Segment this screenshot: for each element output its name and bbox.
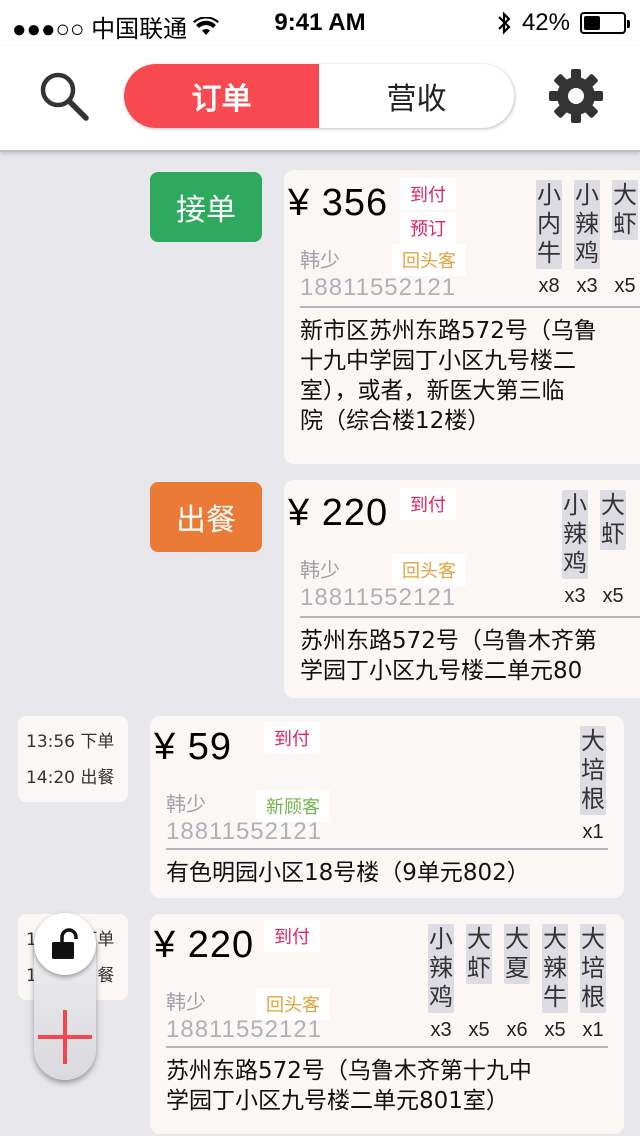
order-time: 13:56 下单 xyxy=(26,732,115,752)
order-price: ¥ 59 xyxy=(154,726,232,768)
order-card[interactable]: ¥ 356 到付 预订 回头客 韩少 18811552121 小内牛 x8 小辣… xyxy=(284,170,640,464)
item-name: 小辣鸡 xyxy=(562,490,588,579)
item: 大辣牛 x5 xyxy=(542,924,568,1042)
item: 小辣鸡 x3 xyxy=(428,924,454,1042)
item-name: 大虾 xyxy=(600,490,626,550)
order-list: 接单 ¥ 356 到付 预订 回头客 韩少 18811552121 小内牛 x8… xyxy=(0,154,640,1136)
payment-tag: 到付 xyxy=(264,920,320,952)
item: 小内牛 x8 xyxy=(536,180,562,298)
customer-name: 韩少 xyxy=(300,248,340,272)
bluetooth-icon xyxy=(498,11,511,35)
serve-time: 14:20 出餐 xyxy=(26,768,115,788)
customer-phone: 18811552121 xyxy=(166,1016,323,1043)
serve-order-button[interactable]: 出餐 xyxy=(150,482,262,552)
accept-order-button[interactable]: 接单 xyxy=(150,172,262,242)
customer-name: 韩少 xyxy=(166,990,206,1014)
item: 大培根 x1 xyxy=(580,924,606,1042)
item-qty: x5 xyxy=(468,1019,490,1041)
item-list: 大培根 x1 xyxy=(580,726,606,844)
payment-tag: 到付 xyxy=(400,488,456,520)
item-name: 小内牛 xyxy=(536,180,562,269)
search-icon[interactable] xyxy=(34,66,94,126)
delivery-address: 苏州东路572号（乌鲁木齐第十九中 学园丁小区九号楼二单元801室） xyxy=(166,1058,532,1114)
item-name: 大培根 xyxy=(580,924,606,1013)
order-card[interactable]: ¥ 220 到付 回头客 韩少 18811552121 小辣鸡 x3 大虾 x5… xyxy=(150,914,624,1134)
gear-icon[interactable] xyxy=(548,68,604,124)
item-qty: x5 xyxy=(614,275,636,297)
divider xyxy=(300,306,640,308)
reserve-tag: 预订 xyxy=(400,212,456,244)
navbar: 订单 营收 xyxy=(0,46,640,152)
tab-orders[interactable]: 订单 xyxy=(124,64,319,128)
customer-name: 韩少 xyxy=(166,792,206,816)
plus-icon[interactable] xyxy=(34,1006,96,1068)
item-qty: x3 xyxy=(430,1019,452,1041)
battery-percent: 42% xyxy=(521,9,570,36)
item-name: 大虾 xyxy=(466,924,492,984)
payment-tag: 到付 xyxy=(264,722,320,754)
customer-type-tag: 回头客 xyxy=(392,554,466,586)
divider xyxy=(300,616,640,618)
status-bar: ●●●○○ 中国联通 9:41 AM 42% xyxy=(0,0,640,46)
item: 大虾 x5 xyxy=(612,180,638,298)
divider xyxy=(166,1046,608,1048)
item-name: 大培根 xyxy=(580,726,606,815)
item-qty: x6 xyxy=(506,1019,528,1041)
customer-phone: 18811552121 xyxy=(300,274,457,301)
unlock-icon xyxy=(52,928,78,959)
item-qty: x1 xyxy=(582,1019,604,1041)
item-list: 小辣鸡 x3 大虾 x5 大夏 x6 大辣牛 x5 大培根 x1 xyxy=(428,924,606,1042)
item: 小辣鸡 x3 xyxy=(562,490,588,608)
delivery-address: 苏州东路572号（乌鲁木齐第 学园丁小区九号楼二单元80 xyxy=(300,628,597,684)
item-name: 小辣鸡 xyxy=(574,180,600,269)
item-list: 小辣鸡 x3 大虾 x5 xyxy=(562,490,626,608)
item-name: 大夏 xyxy=(504,924,530,984)
order-card[interactable]: ¥ 59 到付 新顾客 韩少 18811552121 大培根 x1 有色明园小区… xyxy=(150,716,624,898)
item: 大虾 x5 xyxy=(600,490,626,608)
item-qty: x8 xyxy=(538,275,560,297)
item-name: 大辣牛 xyxy=(542,924,568,1013)
item-name: 小辣鸡 xyxy=(428,924,454,1013)
customer-phone: 18811552121 xyxy=(300,584,457,611)
item: 大夏 x6 xyxy=(504,924,530,1042)
status-right: 42% xyxy=(496,9,630,37)
customer-name: 韩少 xyxy=(300,558,340,582)
item: 大培根 x1 xyxy=(580,726,606,844)
order-price: ¥ 356 xyxy=(288,182,389,224)
item-list: 小内牛 x8 小辣鸡 x3 大虾 x5 xyxy=(536,180,638,298)
item-qty: x5 xyxy=(602,585,624,607)
customer-phone: 18811552121 xyxy=(166,818,323,845)
order-card[interactable]: ¥ 220 到付 回头客 韩少 18811552121 小辣鸡 x3 大虾 x5… xyxy=(284,480,640,698)
item-qty: x3 xyxy=(564,585,586,607)
divider xyxy=(166,848,608,850)
delivery-address: 有色明园小区18号楼（9单元802） xyxy=(166,860,530,886)
segmented-control: 订单 营收 xyxy=(124,64,514,128)
item-name: 大虾 xyxy=(612,180,638,240)
item: 小辣鸡 x3 xyxy=(574,180,600,298)
order-price: ¥ 220 xyxy=(288,492,389,534)
tab-revenue[interactable]: 营收 xyxy=(319,64,514,128)
customer-type-tag: 回头客 xyxy=(392,244,466,276)
item-qty: x3 xyxy=(576,275,598,297)
item-qty: x1 xyxy=(582,821,604,843)
order-price: ¥ 220 xyxy=(154,924,255,966)
lock-button[interactable] xyxy=(34,913,96,975)
payment-tag: 到付 xyxy=(400,178,456,210)
delivery-address: 新市区苏州东路572号（乌鲁 十九中学园丁小区九号楼二 室），或者，新医大第三临… xyxy=(300,318,597,434)
item-qty: x5 xyxy=(544,1019,566,1041)
order-times: 13:56 下单 14:20 出餐 xyxy=(18,716,128,802)
item: 大虾 x5 xyxy=(466,924,492,1042)
battery-icon xyxy=(580,12,630,34)
